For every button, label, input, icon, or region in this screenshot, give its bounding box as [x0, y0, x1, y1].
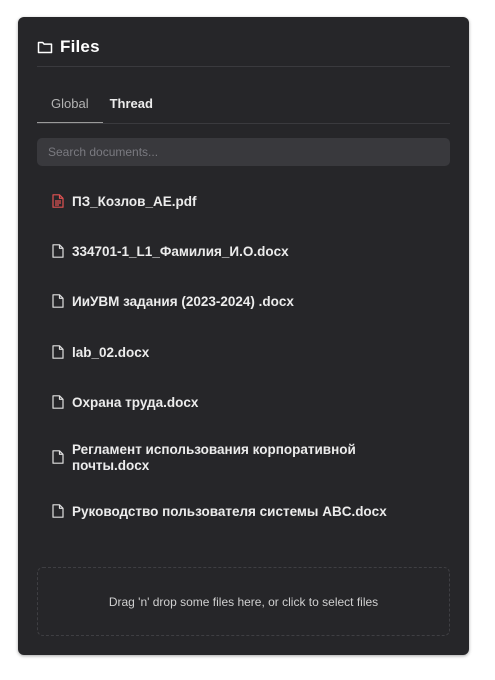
file-icon: [52, 395, 64, 409]
search-documents-input[interactable]: [37, 138, 450, 166]
folder-icon: [37, 39, 53, 55]
file-name: 334701-1_L1_Фамилия_И.О.docx: [72, 244, 289, 259]
file-name: lab_02.docx: [72, 345, 150, 360]
file-icon: [52, 504, 64, 518]
file-name: ПЗ_Козлов_АЕ.pdf: [72, 194, 197, 209]
tab-global[interactable]: Global: [37, 93, 103, 123]
file-icon: [52, 294, 64, 308]
file-name: ИиУВМ задания (2023-2024) .docx: [72, 294, 294, 309]
file-name: Охрана труда.docx: [72, 395, 199, 410]
file-icon: [52, 450, 64, 464]
file-item[interactable]: Руководство пользователя системы ABC.doc…: [52, 504, 429, 520]
tab-thread[interactable]: Thread: [103, 93, 167, 123]
file-name: Руководство пользователя системы ABC.doc…: [72, 504, 387, 519]
scope-tabs: Global Thread: [37, 93, 450, 124]
file-item[interactable]: Регламент использования корпоративной по…: [52, 442, 429, 474]
pdf-file-icon: [52, 194, 64, 208]
file-item[interactable]: ИиУВМ задания (2023-2024) .docx: [52, 294, 429, 310]
file-item[interactable]: ПЗ_Козлов_АЕ.pdf: [52, 194, 429, 210]
dropzone-text: Drag 'n' drop some files here, or click …: [108, 594, 379, 609]
file-item[interactable]: 334701-1_L1_Фамилия_И.О.docx: [52, 244, 429, 260]
file-icon: [52, 244, 64, 258]
files-panel: Files Global Thread ПЗ_Козлов_АЕ.pdf: [18, 17, 469, 655]
file-name: Регламент использования корпоративной по…: [72, 442, 356, 473]
header-divider: [37, 66, 450, 67]
files-header: Files: [37, 37, 100, 57]
file-dropzone[interactable]: Drag 'n' drop some files here, or click …: [37, 567, 450, 636]
file-item[interactable]: lab_02.docx: [52, 345, 429, 361]
panel-title: Files: [60, 37, 100, 56]
file-item[interactable]: Охрана труда.docx: [52, 395, 429, 411]
file-icon: [52, 345, 64, 359]
